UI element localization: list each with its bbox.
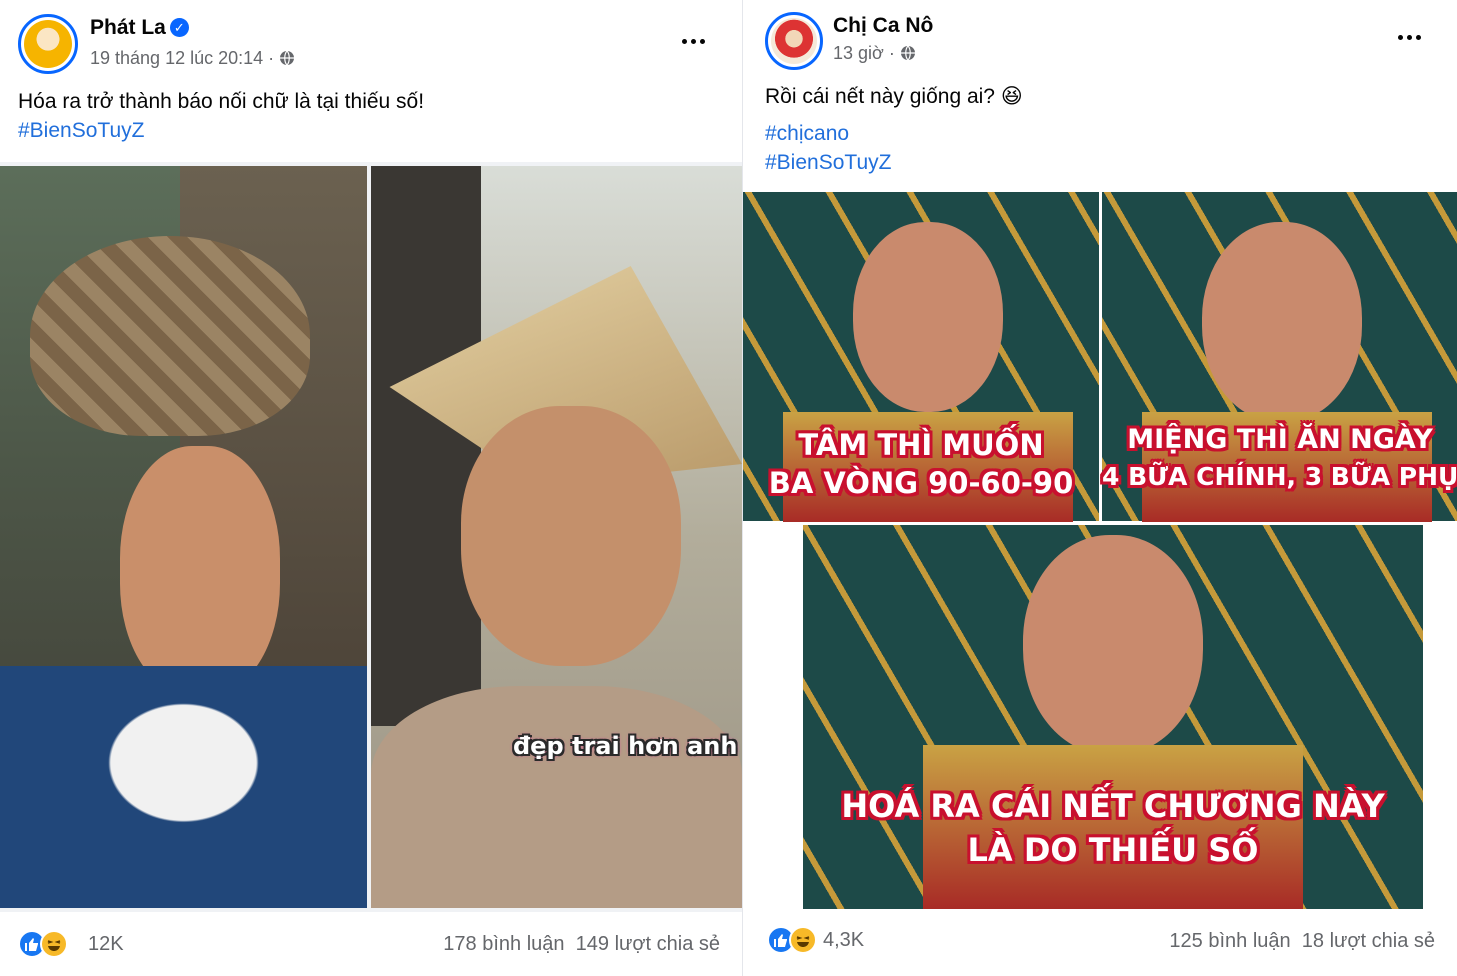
post-phat-la: Phát La ✓ 19 tháng 12 lúc 20:14 · Hóa ra … bbox=[0, 0, 742, 976]
meme-caption-line: 4 BỮA CHÍNH, 3 BỮA PHỤ bbox=[1102, 462, 1457, 491]
face bbox=[120, 446, 280, 696]
post-text: Hóa ra trở thành báo nối chữ là tại thiế… bbox=[18, 90, 425, 113]
globe-icon bbox=[900, 45, 915, 61]
bucket-hat bbox=[30, 236, 310, 436]
author-name[interactable]: Chị Ca Nô bbox=[833, 14, 933, 38]
post-stats: 178 bình luận 149 lượt chia sẻ bbox=[443, 933, 720, 956]
avatar[interactable] bbox=[765, 12, 823, 70]
post-video[interactable]: đẹp trai hơn anh bbox=[0, 162, 742, 912]
video-frame-left bbox=[0, 166, 367, 908]
post-text: Rồi cái nết này giống ai? 😆 bbox=[765, 84, 1023, 109]
post-stats: 125 bình luận 18 lượt chia sẻ bbox=[1169, 930, 1435, 953]
timestamp[interactable]: 13 giờ bbox=[833, 43, 884, 63]
author-name-text[interactable]: Phát La bbox=[90, 16, 166, 39]
post-image[interactable]: TÂM THÌ MUỐN BA VÒNG 90-60-90 MIỆNG THÌ … bbox=[743, 192, 1457, 909]
meme-caption-line: TÂM THÌ MUỐN bbox=[798, 428, 1044, 462]
meme-panel-3: HOÁ RA CÁI NẾT CHƯƠNG NÀY LÀ DO THIẾU SỐ bbox=[803, 525, 1423, 909]
shirt bbox=[0, 666, 367, 908]
face bbox=[461, 406, 681, 666]
haha-icon bbox=[40, 930, 68, 958]
comments-count[interactable]: 125 bình luận bbox=[1169, 930, 1290, 952]
verified-badge-icon: ✓ bbox=[169, 18, 189, 37]
hashtag-link[interactable]: #chịcano bbox=[765, 122, 849, 146]
meme-panel-1: TÂM THÌ MUỐN BA VÒNG 90-60-90 bbox=[743, 192, 1099, 522]
more-options-button[interactable] bbox=[673, 26, 713, 56]
more-options-button[interactable] bbox=[1389, 22, 1429, 52]
hashtag-link[interactable]: #BienSoTuyZ bbox=[18, 119, 144, 143]
meme-caption-line: LÀ DO THIẾU SỐ bbox=[967, 831, 1259, 869]
meme-caption-line: BA VÒNG 90-60-90 bbox=[768, 466, 1074, 500]
timestamp[interactable]: 19 tháng 12 lúc 20:14 bbox=[90, 48, 263, 68]
author-name[interactable]: Phát La ✓ bbox=[90, 16, 189, 40]
hashtag-link[interactable]: #BienSoTuyZ bbox=[765, 151, 891, 175]
meme-caption-line: HOÁ RA CÁI NẾT CHƯƠNG NÀY bbox=[841, 787, 1385, 825]
reaction-summary[interactable]: 12K bbox=[18, 930, 124, 958]
video-frame-right: đẹp trai hơn anh bbox=[371, 166, 742, 908]
haha-icon bbox=[789, 926, 817, 954]
reaction-summary[interactable]: 4,3K bbox=[767, 926, 864, 954]
shares-count[interactable]: 149 lượt chia sẻ bbox=[576, 933, 720, 955]
video-caption: đẹp trai hơn anh bbox=[513, 732, 738, 760]
laughing-emoji-icon: 😆 bbox=[1000, 85, 1023, 108]
meme-panel-2: MIỆNG THÌ ĂN NGÀY 4 BỮA CHÍNH, 3 BỮA PHỤ bbox=[1102, 192, 1457, 522]
meme-caption-line: MIỆNG THÌ ĂN NGÀY bbox=[1127, 424, 1433, 455]
avatar[interactable] bbox=[18, 14, 78, 74]
shirt bbox=[371, 686, 742, 908]
comments-count[interactable]: 178 bình luận bbox=[443, 933, 564, 955]
globe-icon bbox=[280, 50, 295, 66]
shares-count[interactable]: 18 lượt chia sẻ bbox=[1302, 930, 1435, 952]
post-meta: 19 tháng 12 lúc 20:14 · bbox=[90, 48, 295, 69]
reaction-count[interactable]: 12K bbox=[88, 933, 124, 956]
reaction-count[interactable]: 4,3K bbox=[823, 929, 864, 952]
post-text-body: Rồi cái nết này giống ai? bbox=[765, 85, 995, 108]
post-chi-ca-no: Chị Ca Nô 13 giờ · Rồi cái nết này giống… bbox=[742, 0, 1457, 976]
post-meta: 13 giờ · bbox=[833, 43, 916, 64]
